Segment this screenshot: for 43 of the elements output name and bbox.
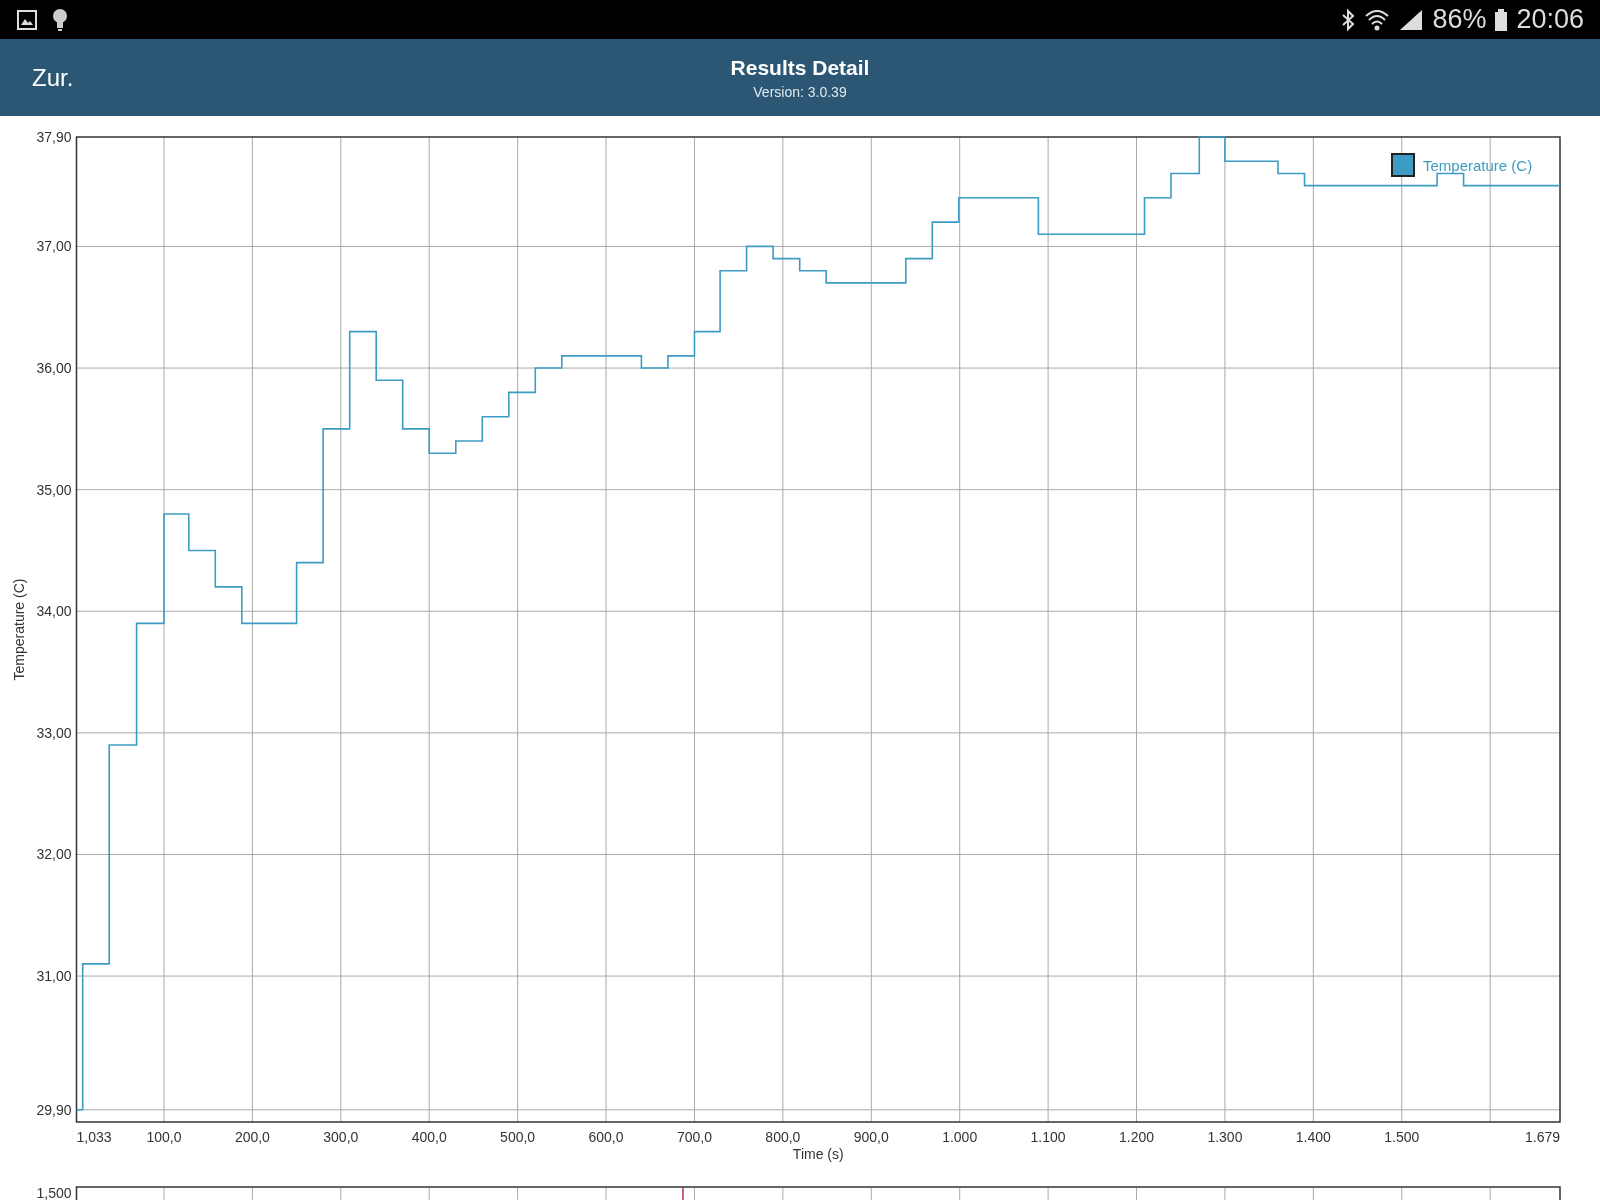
signal-icon: [1398, 7, 1425, 32]
legend-label: Temperature (C): [1423, 157, 1533, 174]
y-tick-label: 32,00: [36, 846, 72, 863]
y-tick-label: 37,00: [36, 238, 72, 255]
legend-swatch: [1391, 153, 1415, 177]
bluetooth-icon: [1340, 7, 1357, 32]
overview-marker: [682, 1187, 684, 1200]
clock: 20:06: [1516, 4, 1584, 35]
y-tick-label: 31,00: [36, 968, 72, 985]
back-button[interactable]: Zur.: [24, 59, 82, 96]
x-tick-label: 500,0: [500, 1129, 536, 1145]
page-title: Results Detail: [730, 55, 870, 80]
y-axis-title: Temperature (C): [11, 578, 27, 681]
lightbulb-icon: [52, 7, 68, 32]
y-tick-label: 33,00: [36, 724, 72, 741]
overview-y-label: 1,500: [36, 1185, 72, 1200]
x-tick-label: 1.300: [1207, 1129, 1243, 1145]
picture-icon: [16, 8, 38, 31]
x-tick-label: 100,0: [146, 1129, 182, 1145]
y-tick-label: 29,90: [36, 1101, 72, 1118]
y-tick-label: 34,00: [36, 603, 72, 620]
y-tick-label: 35,00: [36, 481, 72, 498]
x-tick-label: 1.679: [1524, 1129, 1560, 1145]
x-tick-label: 700,0: [676, 1129, 712, 1145]
wifi-icon: [1364, 7, 1391, 32]
y-tick-label: 36,00: [36, 360, 72, 377]
x-tick-label: 300,0: [323, 1129, 359, 1145]
version-label: Version: 3.0.39: [753, 83, 847, 100]
x-tick-label: 1.400: [1295, 1129, 1331, 1145]
x-tick-label: 1.500: [1384, 1129, 1420, 1145]
x-tick-label: 1.000: [942, 1129, 978, 1145]
x-tick-label: 900,0: [853, 1129, 889, 1145]
battery-icon: [1494, 7, 1509, 32]
battery-percent: 86%: [1432, 4, 1487, 35]
x-tick-label: 1.100: [1030, 1129, 1066, 1145]
x-tick-label: 400,0: [411, 1129, 447, 1145]
x-tick-label: 800,0: [765, 1129, 801, 1145]
x-tick-label: 600,0: [588, 1129, 624, 1145]
x-tick-label: 200,0: [234, 1129, 270, 1145]
x-axis-title: Time (s): [792, 1146, 844, 1162]
x-tick-label: 1.200: [1119, 1129, 1155, 1145]
y-tick-label: 37,90: [36, 129, 72, 145]
x-tick-label: 1,033: [76, 1129, 112, 1145]
